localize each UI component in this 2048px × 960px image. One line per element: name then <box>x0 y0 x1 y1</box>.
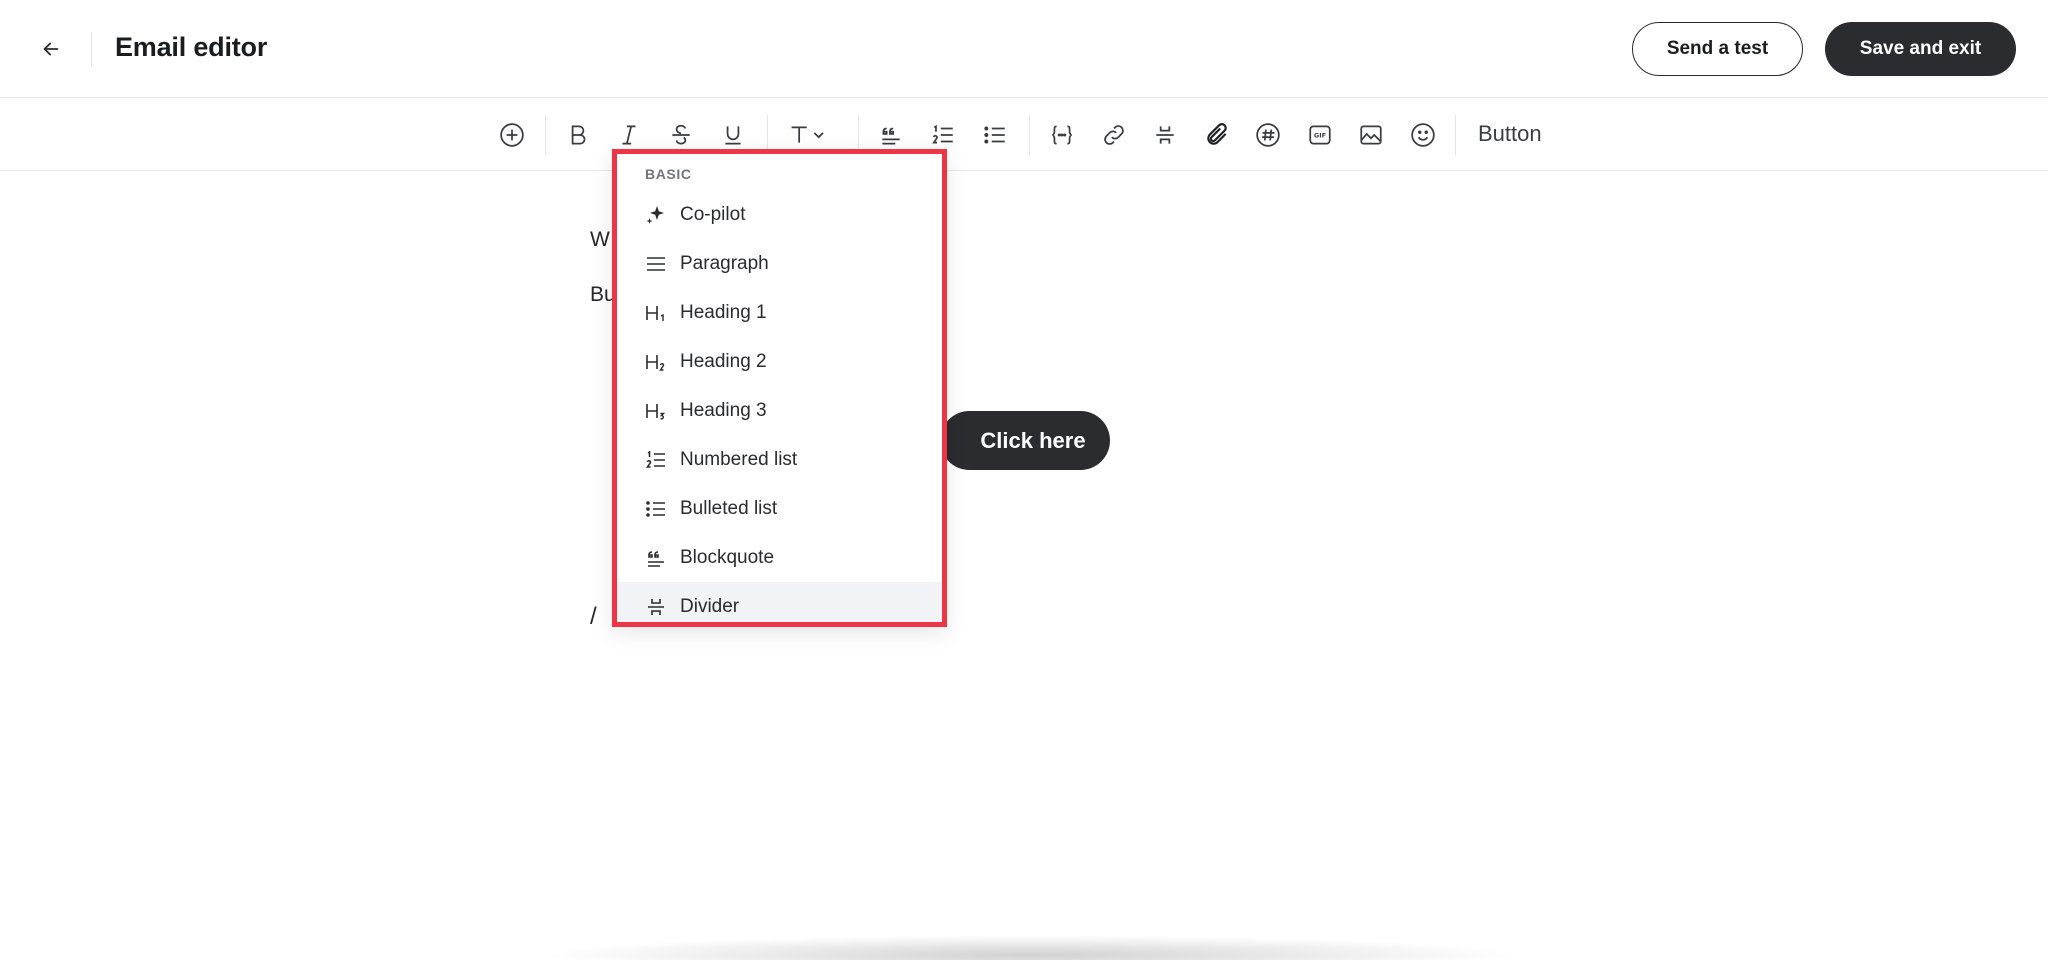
paragraph-icon <box>643 251 669 277</box>
menu-item-bulleted-list[interactable]: Bulleted list <box>617 484 942 533</box>
menu-item-label: Heading 3 <box>680 399 767 421</box>
bold-icon[interactable] <box>560 117 596 153</box>
editor-text-line-1[interactable]: W <box>590 228 610 252</box>
svg-text:GIF: GIF <box>1314 132 1326 140</box>
menu-item-label: Co-pilot <box>680 203 746 225</box>
bottom-shadow <box>540 935 1520 960</box>
save-and-exit-button[interactable]: Save and exit <box>1825 22 2016 76</box>
image-icon[interactable] <box>1353 117 1389 153</box>
menu-item-blockquote[interactable]: Blockquote <box>617 533 942 582</box>
menu-item-numbered-list[interactable]: Numbered list <box>617 435 942 484</box>
toolbar-divider <box>1029 115 1030 155</box>
toolbar-button-item[interactable]: Button <box>1478 121 1542 147</box>
menu-item-label: Blockquote <box>680 546 775 568</box>
menu-section-label: BASIC <box>645 166 692 182</box>
menu-item-paragraph[interactable]: Paragraph <box>617 239 942 288</box>
header-divider <box>91 32 92 66</box>
heading-2-icon <box>643 349 669 375</box>
heading-1-icon <box>643 300 669 326</box>
text-style-icon[interactable] <box>782 117 838 153</box>
attachment-icon[interactable] <box>1199 117 1235 153</box>
page-title: Email editor <box>115 32 268 62</box>
hashtag-icon[interactable] <box>1250 117 1286 153</box>
cta-button-block[interactable]: Click here <box>940 411 1110 470</box>
italic-icon[interactable] <box>611 117 647 153</box>
bulleted-list-icon[interactable] <box>977 117 1013 153</box>
menu-item-label: Paragraph <box>680 252 769 274</box>
back-button[interactable] <box>30 30 72 68</box>
bulleted-list-icon <box>643 496 669 522</box>
numbered-list-icon <box>643 447 669 473</box>
menu-item-co-pilot[interactable]: Co-pilot <box>617 190 942 239</box>
menu-item-heading-3[interactable]: Heading 3 <box>617 386 942 435</box>
menu-item-divider[interactable]: Divider <box>617 582 942 622</box>
toolbar-divider <box>1455 115 1456 155</box>
menu-item-label: Numbered list <box>680 448 798 470</box>
sparkle-icon <box>643 202 669 228</box>
emoji-icon[interactable] <box>1405 117 1441 153</box>
menu-item-label: Divider <box>680 595 740 617</box>
formatting-toolbar: GIF Button <box>0 99 2048 171</box>
blockquote-icon <box>643 545 669 571</box>
menu-item-label: Heading 1 <box>680 301 767 323</box>
add-circle-icon[interactable] <box>494 117 530 153</box>
link-icon[interactable] <box>1096 117 1132 153</box>
menu-item-label: Heading 2 <box>680 350 767 372</box>
send-test-button[interactable]: Send a test <box>1632 22 1803 76</box>
block-menu-dropdown: BASIC Co-pilot Paragraph Heading 1 Headi… <box>612 149 947 627</box>
divider-icon <box>643 594 669 620</box>
numbered-list-icon[interactable] <box>925 117 961 153</box>
strikethrough-icon[interactable] <box>663 117 699 153</box>
menu-item-heading-1[interactable]: Heading 1 <box>617 288 942 337</box>
divider-icon[interactable] <box>1147 117 1183 153</box>
blockquote-icon[interactable] <box>873 117 909 153</box>
variable-braces-icon[interactable] <box>1044 117 1080 153</box>
underline-icon[interactable] <box>715 117 751 153</box>
menu-item-heading-2[interactable]: Heading 2 <box>617 337 942 386</box>
gif-icon[interactable]: GIF <box>1302 117 1338 153</box>
heading-3-icon <box>643 398 669 424</box>
arrow-left-icon <box>43 42 59 56</box>
editor-slash-command[interactable]: / <box>590 603 597 631</box>
toolbar-divider <box>545 115 546 155</box>
top-header: Email editor Send a test Save and exit <box>0 0 2048 98</box>
menu-item-label: Bulleted list <box>680 497 778 519</box>
